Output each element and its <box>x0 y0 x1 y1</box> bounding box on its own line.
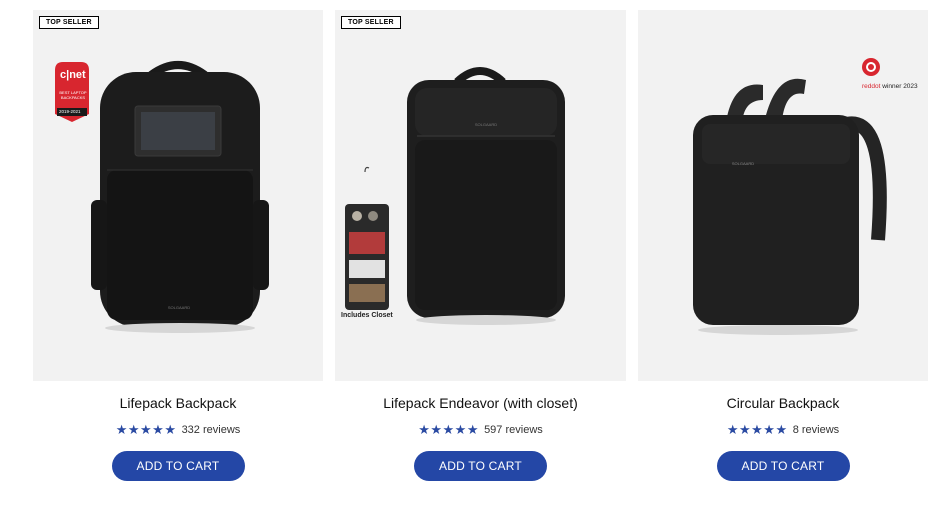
star-rating-icon: ★★★★★ <box>726 422 788 437</box>
star-rating-icon: ★★★★★ <box>115 422 177 437</box>
product-card-circular-backpack[interactable]: SOLGAARD reddot winner 2023 Circular Bac… <box>638 10 928 481</box>
product-title[interactable]: Lifepack Endeavor (with closet) <box>335 395 626 411</box>
top-seller-badge: TOP SELLER <box>39 16 99 29</box>
add-to-cart-button[interactable]: ADD TO CART <box>414 451 547 481</box>
product-image[interactable]: SOLGAARD TOP SELLER Includes Closet <box>335 10 626 381</box>
product-title[interactable]: Lifepack Backpack <box>33 395 323 411</box>
product-card-lifepack-endeavor[interactable]: SOLGAARD TOP SELLER Includes Closet Life… <box>335 10 626 481</box>
svg-text:SOLGAARD: SOLGAARD <box>168 305 190 310</box>
product-image[interactable]: SOLGAARD reddot winner 2023 <box>638 10 928 381</box>
star-rating-icon: ★★★★★ <box>418 422 479 437</box>
product-rating[interactable]: ★★★★★ 332 reviews <box>33 422 323 437</box>
award-caption: BEST LAPTOP BACKPACKS <box>59 90 87 100</box>
add-to-cart-button[interactable]: ADD TO CART <box>716 451 850 481</box>
award-years: 2019-2021 <box>59 109 81 114</box>
backpack-image: SOLGAARD <box>345 67 565 325</box>
cnet-logo: c|net <box>60 69 86 81</box>
product-title[interactable]: Circular Backpack <box>638 395 928 411</box>
add-to-cart-button[interactable]: ADD TO CART <box>111 451 245 481</box>
backpack-image: SOLGAARD <box>693 58 887 335</box>
product-rating[interactable]: ★★★★★ 8 reviews <box>638 422 928 437</box>
review-count[interactable]: 332 reviews <box>182 424 241 436</box>
reddot-award: reddot winner 2023 <box>862 83 918 90</box>
svg-text:SOLGAARD: SOLGAARD <box>475 122 497 127</box>
product-card-lifepack-backpack[interactable]: SOLGAARD TOP SELLER c|net BEST LAPTOP BA… <box>33 10 323 481</box>
review-count[interactable]: 597 reviews <box>484 424 543 436</box>
product-rating[interactable]: ★★★★★ 597 reviews <box>335 422 626 437</box>
backpack-image: SOLGAARD <box>55 61 269 333</box>
review-count[interactable]: 8 reviews <box>793 424 839 436</box>
product-image[interactable]: SOLGAARD TOP SELLER c|net BEST LAPTOP BA… <box>33 10 323 381</box>
svg-text:SOLGAARD: SOLGAARD <box>732 161 754 166</box>
top-seller-badge: TOP SELLER <box>341 16 401 29</box>
closet-caption: Includes Closet <box>341 312 393 319</box>
